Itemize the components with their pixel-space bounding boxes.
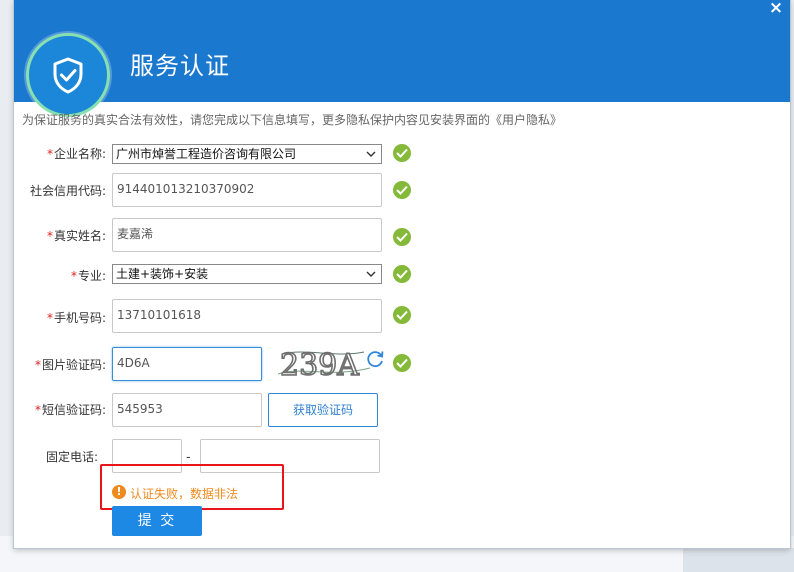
required-mark: *	[46, 229, 53, 243]
close-icon[interactable]: ×	[764, 0, 788, 20]
real-name-label: *真实姓名:	[22, 227, 106, 244]
image-captcha-input[interactable]: 4D6A	[112, 347, 262, 381]
phone-label: *手机号码:	[22, 309, 106, 326]
check-circle-icon	[393, 354, 411, 372]
landline-separator: -	[186, 450, 191, 465]
chevron-down-icon	[366, 151, 376, 157]
credit-code-label: 社会信用代码:	[29, 184, 106, 198]
sms-code-label-text: 短信验证码:	[41, 403, 106, 417]
image-captcha-label: *图片验证码:	[22, 356, 106, 373]
captcha-image[interactable]: 239A	[276, 344, 372, 382]
image-captcha-label-text: 图片验证码:	[41, 358, 106, 372]
specialty-select[interactable]: 土建+装饰+安装	[112, 264, 382, 284]
check-circle-icon	[393, 265, 411, 283]
submit-button[interactable]: 提 交	[112, 506, 202, 536]
background-panel	[683, 548, 794, 572]
required-mark: *	[70, 269, 77, 283]
company-select[interactable]: 广州市焯誉工程造价咨询有限公司	[112, 144, 382, 164]
real-name-input[interactable]: 麦嘉浠	[112, 218, 382, 252]
real-name-label-text: 真实姓名:	[53, 229, 106, 243]
sms-code-label: *短信验证码:	[22, 401, 106, 418]
specialty-label-text: 专业:	[77, 269, 106, 283]
check-circle-icon	[393, 144, 411, 162]
sms-code-input[interactable]: 545953	[112, 393, 262, 427]
required-mark: *	[46, 147, 53, 161]
phone-input[interactable]: 13710101618	[112, 299, 382, 333]
chevron-down-icon	[366, 271, 376, 277]
landline-label: 固定电话:	[45, 450, 98, 464]
get-sms-code-button[interactable]: 获取验证码	[268, 393, 378, 427]
credit-code-input[interactable]: 914401013210370902	[112, 173, 382, 207]
phone-label-text: 手机号码:	[53, 311, 106, 325]
warning-icon: !	[112, 485, 126, 499]
service-auth-dialog: 服务认证 × 为保证服务的真实合法有效性，请您完成以下信息填写，更多隐私保护内容…	[14, 0, 790, 548]
specialty-select-value: 土建+装饰+安装	[116, 267, 209, 281]
dialog-header: 服务认证 ×	[14, 0, 790, 102]
required-mark: *	[34, 403, 41, 417]
company-select-value: 广州市焯誉工程造价咨询有限公司	[116, 147, 297, 161]
company-label: *企业名称:	[22, 145, 106, 162]
refresh-icon[interactable]	[365, 349, 385, 369]
captcha-text: 239A	[280, 348, 359, 382]
dialog-title: 服务认证	[130, 52, 230, 80]
privacy-notice: 为保证服务的真实合法有效性，请您完成以下信息填写，更多隐私保护内容见安装界面的《…	[22, 113, 563, 127]
required-mark: *	[34, 358, 41, 372]
check-circle-icon	[393, 306, 411, 324]
required-mark: *	[46, 311, 53, 325]
error-message: 认证失败，数据非法	[130, 487, 239, 501]
shield-check-icon	[26, 33, 110, 117]
specialty-label: *专业:	[22, 267, 106, 284]
check-circle-icon	[393, 181, 411, 199]
company-label-text: 企业名称:	[53, 147, 106, 161]
check-circle-icon	[393, 228, 411, 246]
